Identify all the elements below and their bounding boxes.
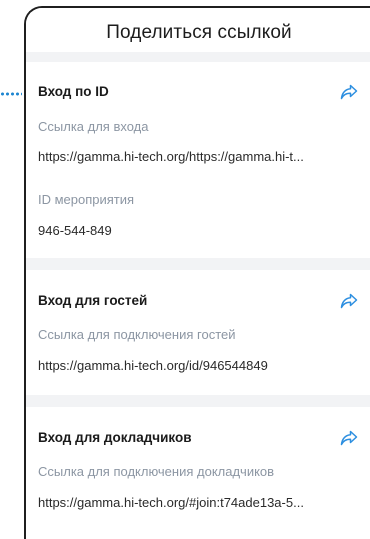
section-title: Вход по ID [38,84,109,99]
field-value-guest-link[interactable]: https://gamma.hi-tech.org/id/946544849 [38,358,362,373]
field-label-login-link: Ссылка для входа [38,119,149,134]
share-link-screen: Поделиться ссылкой Вход по ID Ссылка для… [0,0,370,539]
field-label-guest-link: Ссылка для подключения гостей [38,327,236,342]
section-login-by-id: Вход по ID Ссылка для входа https://gamm… [26,62,370,258]
share-arrow-icon[interactable] [340,84,358,100]
field-value-event-id[interactable]: 946-544-849 [38,223,362,238]
section-speaker-login: Вход для докладчиков Ссылка для подключе… [26,407,370,539]
section-guest-login: Вход для гостей Ссылка для подключения г… [26,270,370,395]
field-label-event-id: ID мероприятия [38,192,135,207]
panel-title: Поделиться ссылкой [26,8,370,52]
section-title: Вход для гостей [38,293,148,308]
section-title: Вход для докладчиков [38,430,192,445]
share-arrow-icon[interactable] [340,293,358,309]
field-value-speaker-link[interactable]: https://gamma.hi-tech.org/#join:t74ade13… [38,495,362,510]
share-link-panel: Поделиться ссылкой Вход по ID Ссылка для… [24,6,370,539]
dotted-connector [0,92,22,96]
field-label-speaker-link: Ссылка для подключения докладчиков [38,464,275,479]
field-value-login-link[interactable]: https://gamma.hi-tech.org/https://gamma.… [38,149,362,164]
share-arrow-icon[interactable] [340,430,358,446]
